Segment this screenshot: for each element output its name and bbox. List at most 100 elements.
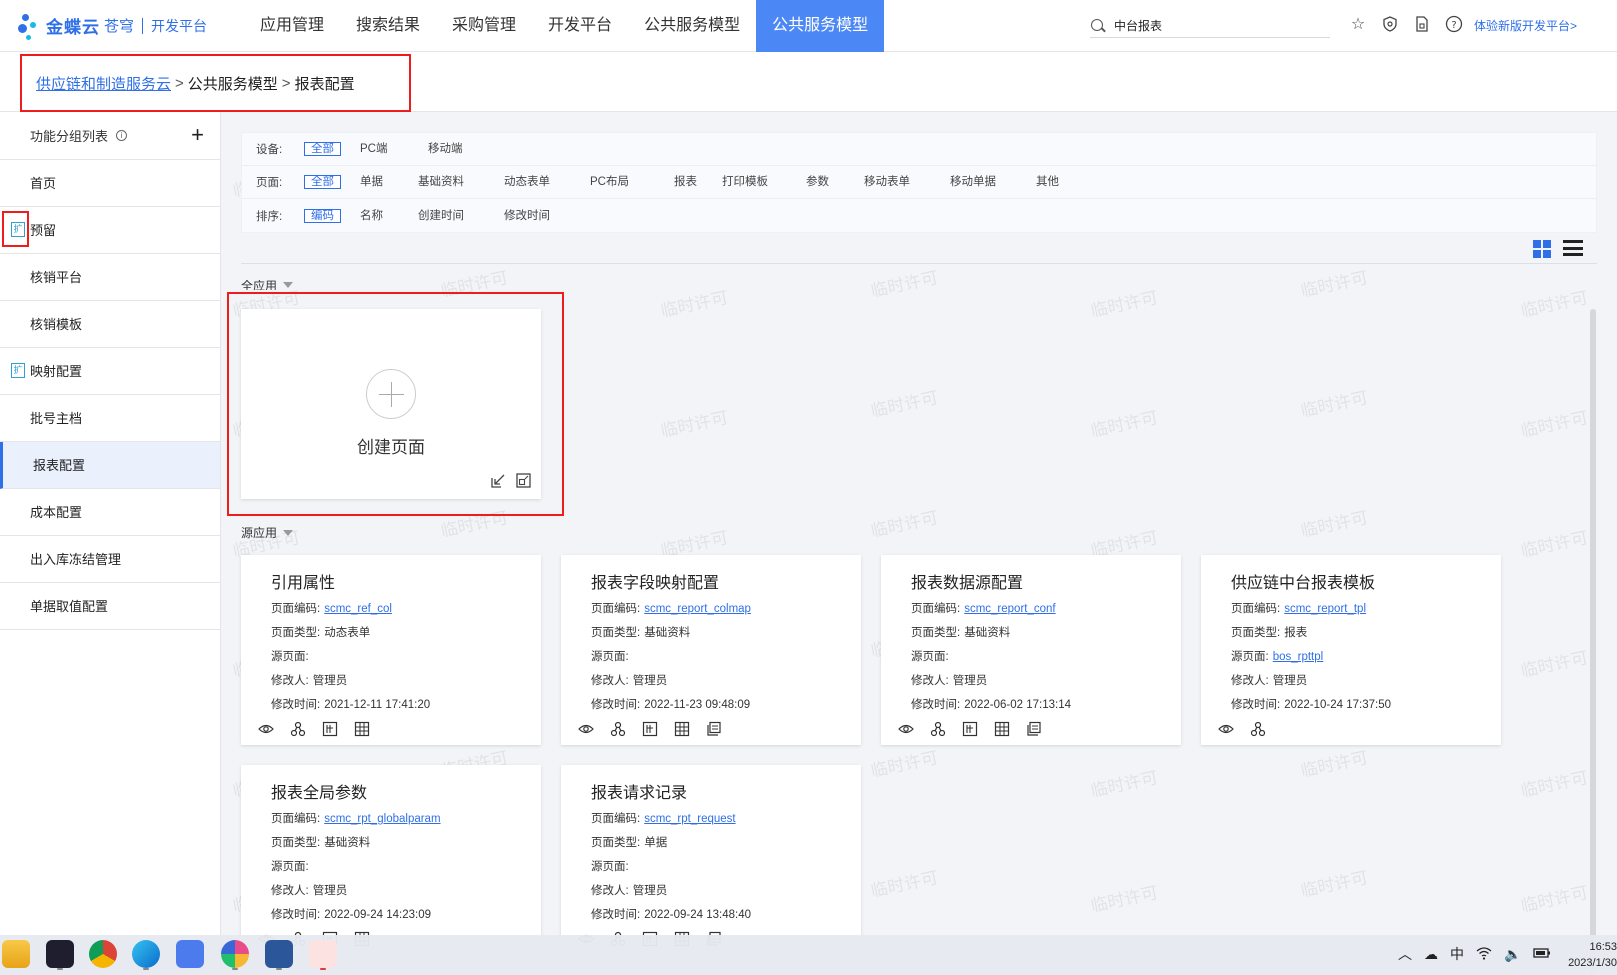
copy-icon[interactable] [1025, 721, 1043, 737]
grid-view-icon[interactable] [1533, 240, 1551, 258]
page-card-title[interactable]: 报表数据源配置 [911, 569, 1023, 593]
page-card[interactable]: 供应链中台报表模板 页面编码: scmc_report_tpl 页面类型: 报表 源页面:… [1201, 555, 1501, 745]
grid-table-icon[interactable] [673, 721, 691, 737]
onedrive-icon[interactable]: ☁ [1424, 946, 1438, 963]
hierarchy-icon[interactable] [289, 721, 307, 737]
try-new-platform-link[interactable]: 体验新版开发平台> [1474, 17, 1577, 34]
chevron-up-icon[interactable]: ︿ [1398, 944, 1412, 964]
create-page-card[interactable]: 创建页面 [241, 309, 541, 499]
grid-table-icon[interactable] [353, 721, 371, 737]
filter-option-page-type[interactable]: 单据 [354, 176, 389, 188]
sidebar-item-writeoff-template[interactable]: 核销模板 [0, 301, 220, 348]
wechat-icon[interactable] [309, 940, 337, 968]
filter-option-page-type[interactable]: 移动表单 [858, 176, 916, 188]
sidebar-item-cost-config[interactable]: 成本配置 [0, 489, 220, 536]
field-value-code[interactable]: scmc_report_colmap [644, 603, 751, 615]
page-card[interactable]: 报表全局参数 页面编码: scmc_rpt_globalparam 页面类型: 基础资料… [241, 765, 541, 955]
filter-option-page-type[interactable]: 报表 [668, 176, 703, 188]
photos-app-icon[interactable] [221, 940, 249, 968]
field-value-code[interactable]: scmc_report_tpl [1284, 603, 1366, 615]
filter-option-page-type[interactable]: 动态表单 [498, 176, 556, 188]
eye-icon[interactable] [1217, 721, 1235, 737]
hierarchy-icon[interactable] [1249, 721, 1267, 737]
page-card-title[interactable]: 报表全局参数 [271, 779, 367, 803]
filter-option-page-type[interactable]: 全部 [304, 175, 341, 189]
page-card[interactable]: 报表字段映射配置 页面编码: scmc_report_colmap 页面类型: 基础资料… [561, 555, 861, 745]
extend-icon[interactable] [961, 721, 979, 737]
help-icon[interactable]: ? [1444, 14, 1464, 34]
document-icon[interactable] [1412, 14, 1432, 34]
list-view-icon[interactable] [1563, 240, 1583, 256]
import-icon[interactable] [491, 473, 506, 491]
nav-tab-dev-platform[interactable]: 开发平台 [532, 0, 628, 52]
sidebar-item-report-config[interactable]: 报表配置 [0, 442, 220, 489]
search-input[interactable] [1114, 18, 1314, 33]
filter-option-sort[interactable]: 修改时间 [498, 210, 556, 222]
filter-option-device[interactable]: 全部 [304, 142, 341, 156]
file-explorer-icon[interactable] [2, 940, 30, 968]
wifi-icon[interactable] [1476, 946, 1492, 963]
star-icon[interactable]: ☆ [1348, 14, 1368, 34]
page-card-title[interactable]: 引用属性 [271, 569, 335, 593]
sidebar-item-lot-master[interactable]: 批号主档 [0, 395, 220, 442]
intellij-icon[interactable] [46, 940, 74, 968]
kingdee-logo[interactable]: 金蝶云 苍穹 开发平台 [18, 8, 244, 44]
field-value-code[interactable]: scmc_rpt_request [644, 813, 735, 825]
edge-icon[interactable] [132, 940, 160, 968]
info-icon[interactable]: i [116, 130, 128, 141]
field-value-code[interactable]: scmc_report_conf [964, 603, 1055, 615]
sidebar-item-home[interactable]: 首页 [0, 160, 220, 207]
volume-icon[interactable]: 🔈 [1504, 946, 1521, 963]
eye-icon[interactable] [257, 721, 275, 737]
extend-icon[interactable] [321, 721, 339, 737]
grid-table-icon[interactable] [993, 721, 1011, 737]
sidebar-item-mapping-config[interactable]: 扩 映射配置 [0, 348, 220, 395]
breadcrumb-root-link[interactable]: 供应链和制造服务云 [36, 73, 171, 94]
field-value-source[interactable]: bos_rpttpl [1273, 651, 1324, 663]
sidebar-item-inout-freeze[interactable]: 出入库冻结管理 [0, 536, 220, 583]
eye-icon[interactable] [897, 721, 915, 737]
nav-tab-public-service-model[interactable]: 公共服务模型 [628, 0, 756, 52]
nav-tab-public-service-model-active[interactable]: 公共服务模型 [756, 0, 885, 52]
page-card[interactable]: 报表请求记录 页面编码: scmc_rpt_request 页面类型: 单据 源页面: 修改… [561, 765, 861, 955]
notes-app-icon[interactable] [176, 940, 204, 968]
system-clock[interactable]: 16:53 2023/1/30 [1560, 939, 1617, 971]
page-card-title[interactable]: 报表字段映射配置 [591, 569, 719, 593]
filter-option-device[interactable]: 移动端 [422, 143, 469, 155]
extend-icon[interactable] [641, 721, 659, 737]
filter-option-page-type[interactable]: PC布局 [584, 176, 635, 188]
breadcrumb-mid[interactable]: 公共服务模型 [188, 73, 278, 94]
sidebar-item-bill-value-config[interactable]: 单据取值配置 [0, 583, 220, 630]
filter-option-sort[interactable]: 编码 [304, 208, 341, 223]
sidebar-item-writeoff-platform[interactable]: 核销平台 [0, 254, 220, 301]
filter-option-device[interactable]: PC端 [354, 143, 393, 155]
filter-option-page-type[interactable]: 移动单据 [944, 176, 1002, 188]
filter-option-page-type[interactable]: 打印模板 [716, 176, 774, 188]
page-card-title[interactable]: 供应链中台报表模板 [1231, 569, 1375, 593]
filter-option-page-type[interactable]: 参数 [800, 176, 835, 188]
nav-tab-search-results[interactable]: 搜索结果 [340, 0, 436, 52]
sidebar-item-reserve[interactable]: 扩 预留 [0, 207, 220, 254]
field-value-code[interactable]: scmc_ref_col [324, 603, 392, 615]
chrome-icon[interactable] [89, 940, 117, 968]
word-icon[interactable] [265, 940, 293, 968]
page-card[interactable]: 引用属性 页面编码: scmc_ref_col 页面类型: 动态表单 源页面: 修改人: 管理… [241, 555, 541, 745]
filter-option-page-type[interactable]: 其他 [1030, 176, 1065, 188]
page-card-title[interactable]: 报表请求记录 [591, 779, 687, 803]
ime-indicator[interactable]: 中 [1450, 944, 1464, 964]
battery-icon[interactable] [1533, 946, 1551, 962]
source-app-group-toggle[interactable]: 源应用 [241, 524, 294, 541]
page-card[interactable]: 报表数据源配置 页面编码: scmc_report_conf 页面类型: 基础资料 源页面… [881, 555, 1181, 745]
filter-option-page-type[interactable]: 基础资料 [412, 176, 470, 188]
nav-tab-app-management[interactable]: 应用管理 [244, 0, 340, 52]
shield-icon[interactable] [1380, 14, 1400, 34]
filter-option-sort[interactable]: 名称 [354, 210, 389, 222]
current-app-group-toggle[interactable]: 全应用 [241, 280, 294, 290]
expand-icon[interactable] [516, 473, 531, 491]
search-icon[interactable] [1090, 18, 1106, 34]
field-value-code[interactable]: scmc_rpt_globalparam [324, 813, 440, 825]
filter-option-sort[interactable]: 创建时间 [412, 210, 470, 222]
hierarchy-icon[interactable] [929, 721, 947, 737]
add-group-button[interactable]: + [191, 122, 204, 148]
hierarchy-icon[interactable] [609, 721, 627, 737]
